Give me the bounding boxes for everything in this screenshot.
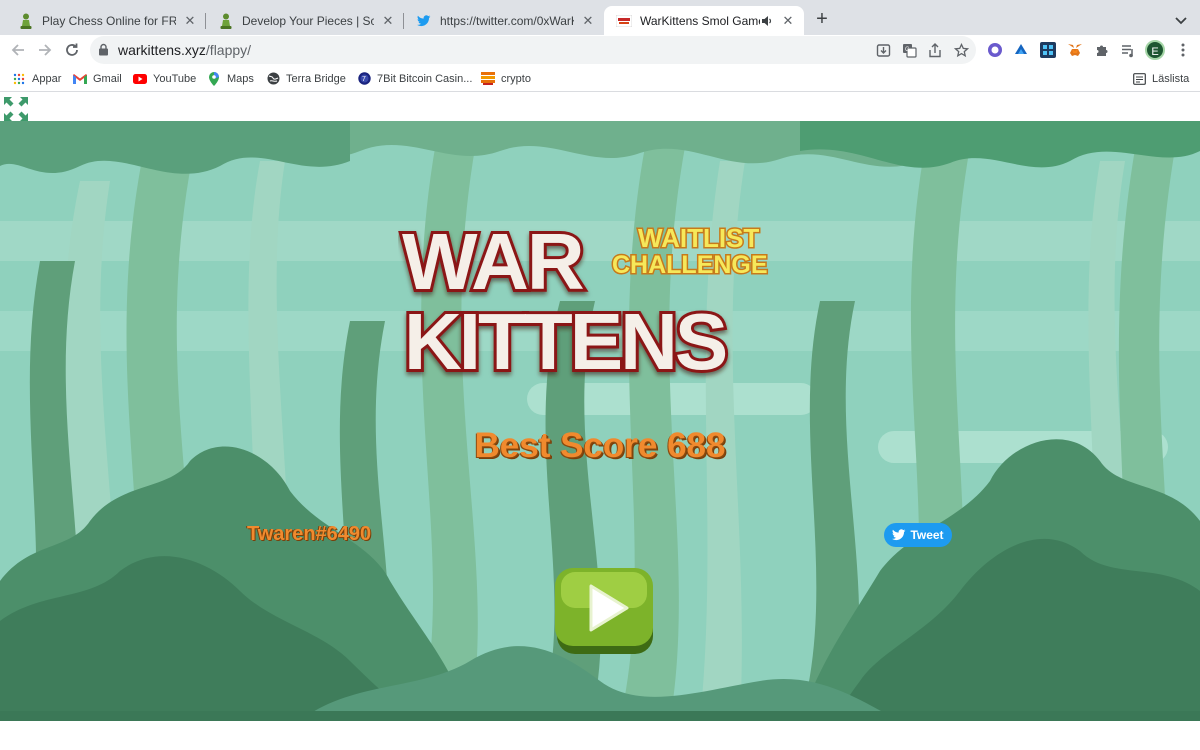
- chevron-down-icon[interactable]: [1172, 11, 1190, 29]
- tab-twitter[interactable]: https://twitter.com/0xWarKitten ✕: [404, 6, 604, 35]
- tab-strip: Play Chess Online for FREE wit ✕ Develop…: [0, 0, 1200, 35]
- bookmark-maps[interactable]: Maps: [207, 70, 254, 87]
- bookmarks-bar: Appar Gmail YouTube Maps Terra Bridge 7 …: [0, 65, 1200, 92]
- svg-text:G: G: [905, 47, 910, 53]
- war-kittens-logo: WAR KITTENS WAITLIST CHALLENGE: [399, 214, 769, 383]
- speaker-icon[interactable]: [760, 14, 774, 28]
- bookmark-appar[interactable]: Appar: [12, 70, 61, 87]
- tab-title: WarKittens Smol Game: [640, 13, 760, 28]
- logo-badge-waitlist: WAITLIST: [638, 223, 759, 253]
- logo-badge-challenge: CHALLENGE: [612, 251, 768, 279]
- reload-button[interactable]: [62, 40, 82, 60]
- bookmark-label: Gmail: [93, 72, 122, 85]
- bookmark-label: Terra Bridge: [286, 72, 346, 85]
- apps-grid-icon: [12, 72, 26, 86]
- reading-list-icon: [1132, 72, 1146, 86]
- close-icon[interactable]: ✕: [380, 13, 396, 29]
- username-text: Twaren#6490: [247, 523, 372, 545]
- twitter-bird-icon: [416, 13, 432, 29]
- bookmark-label: crypto: [501, 72, 531, 85]
- close-icon[interactable]: ✕: [580, 13, 596, 29]
- logo-line-war: WAR: [402, 217, 584, 306]
- bookmark-label: YouTube: [153, 72, 197, 85]
- play-button[interactable]: [553, 564, 657, 656]
- url-path: /flappy/: [205, 42, 252, 58]
- bookmark-youtube[interactable]: YouTube: [133, 70, 196, 87]
- puzzle-icon[interactable]: [1093, 41, 1111, 59]
- more-menu-icon[interactable]: [1174, 41, 1192, 59]
- back-button[interactable]: [8, 40, 28, 60]
- close-icon[interactable]: ✕: [780, 13, 796, 29]
- svg-text:7: 7: [362, 76, 366, 83]
- bookmark-gmail[interactable]: Gmail: [73, 70, 122, 87]
- twitter-bird-icon: [892, 529, 906, 541]
- page-content: WAR KITTENS WAITLIST CHALLENGE Best Scor…: [0, 93, 1200, 750]
- reading-list-button[interactable]: Läslista: [1132, 70, 1189, 87]
- address-bar[interactable]: warkittens.xyz/flappy/ G: [90, 36, 976, 64]
- metamask-fox-icon[interactable]: [1066, 41, 1084, 59]
- bookmark-label: 7Bit Bitcoin Casin...: [377, 72, 473, 85]
- media-queue-icon[interactable]: [1119, 41, 1137, 59]
- gmail-icon: [73, 72, 87, 86]
- best-score-text: Best Score 688: [474, 426, 726, 465]
- bookmark-crypto[interactable]: crypto: [481, 70, 531, 87]
- bookmark-7bit-casino[interactable]: 7 7Bit Bitcoin Casin...: [357, 70, 472, 87]
- fullscreen-toggle-icon[interactable]: [3, 96, 29, 122]
- tab-warkittens[interactable]: WarKittens Smol Game ✕: [604, 6, 804, 35]
- chess-pawn-icon: [218, 13, 234, 29]
- bookmark-terra-bridge[interactable]: Terra Bridge: [266, 70, 346, 87]
- folder-icon: [481, 72, 495, 86]
- maps-pin-icon: [207, 71, 221, 86]
- youtube-icon: [133, 72, 147, 86]
- extension-grid-icon[interactable]: [1039, 41, 1057, 59]
- share-icon[interactable]: [926, 41, 944, 59]
- browser-toolbar: warkittens.xyz/flappy/ G: [0, 35, 1200, 65]
- profile-avatar[interactable]: E: [1145, 40, 1165, 60]
- reading-list-label: Läslista: [1152, 72, 1190, 85]
- globe-icon: [266, 72, 280, 86]
- bookmark-label: Appar: [32, 72, 62, 85]
- bookmark-label: Maps: [227, 72, 254, 85]
- tab-chess-play[interactable]: Play Chess Online for FREE wit ✕: [6, 6, 206, 35]
- tab-title: Play Chess Online for FREE wit: [42, 13, 176, 28]
- casino-icon: 7: [357, 72, 371, 86]
- extension-purple-icon[interactable]: [986, 41, 1004, 59]
- close-icon[interactable]: ✕: [182, 13, 198, 29]
- bookmark-star-icon[interactable]: [952, 41, 970, 59]
- translate-icon[interactable]: G: [900, 41, 918, 59]
- extension-bridge-icon[interactable]: [1012, 41, 1030, 59]
- warkittens-flag-icon: [616, 13, 632, 29]
- url-host: warkittens.xyz: [118, 42, 206, 58]
- tweet-button[interactable]: Tweet: [884, 523, 952, 547]
- tab-develop-pieces[interactable]: Develop Your Pieces | Schack ✕: [206, 6, 404, 35]
- install-icon[interactable]: [874, 41, 892, 59]
- game-canvas[interactable]: WAR KITTENS WAITLIST CHALLENGE Best Scor…: [0, 121, 1200, 721]
- url-text: warkittens.xyz/flappy/: [118, 42, 251, 58]
- lock-icon[interactable]: [98, 43, 109, 61]
- logo-line-kittens: KITTENS: [404, 297, 726, 383]
- tab-title: https://twitter.com/0xWarKitten: [440, 13, 574, 28]
- tweet-label: Tweet: [910, 528, 944, 542]
- tab-title: Develop Your Pieces | Schack: [242, 13, 374, 28]
- new-tab-button[interactable]: +: [812, 9, 832, 31]
- chess-pawn-icon: [18, 13, 34, 29]
- forward-button[interactable]: [35, 40, 55, 60]
